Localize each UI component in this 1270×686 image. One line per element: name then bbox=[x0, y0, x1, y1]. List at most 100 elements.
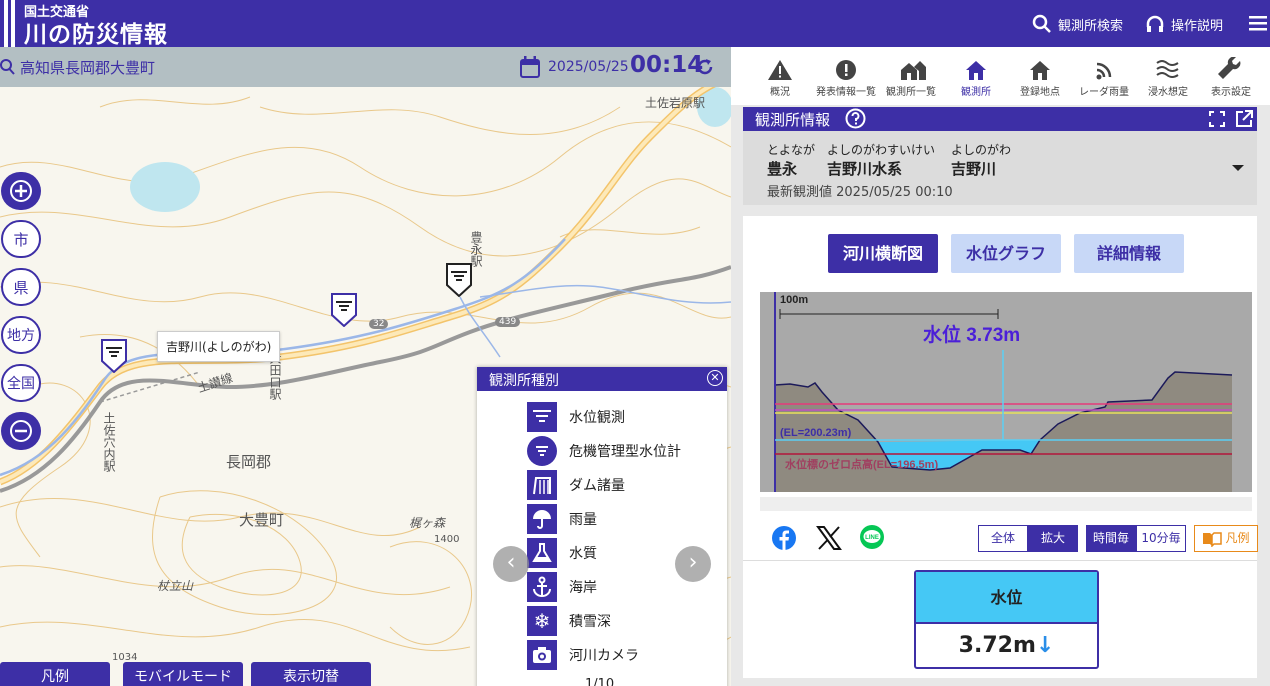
hourly-button[interactable]: 時間毎 bbox=[1086, 525, 1136, 552]
flask-icon bbox=[527, 538, 557, 568]
station-marker[interactable] bbox=[331, 293, 357, 327]
zoom-in-button[interactable] bbox=[1, 172, 41, 210]
river-ruby: よしのがわ bbox=[951, 143, 1012, 157]
map-label-mountain: 杖立山 bbox=[157, 579, 194, 593]
level-region-button[interactable]: 地方 bbox=[1, 316, 41, 354]
warning-icon bbox=[768, 60, 792, 80]
map-view[interactable]: 高知県長岡郡大豊町 2025/05/25 00:14 土佐岩原駅 豊永駅 大田口… bbox=[0, 47, 731, 686]
umbrella-icon bbox=[527, 504, 557, 534]
system-ruby: よしのがわすいけい bbox=[827, 143, 936, 157]
rss-icon bbox=[1096, 62, 1112, 80]
anchor-icon bbox=[527, 572, 557, 602]
book-icon bbox=[1203, 531, 1223, 547]
plus-icon bbox=[10, 180, 32, 202]
location-text[interactable]: 高知県長岡郡大豊町 bbox=[20, 57, 155, 78]
legend-item: 水位観測 bbox=[527, 401, 625, 433]
level-prefecture-button[interactable]: 県 bbox=[1, 268, 41, 306]
display-switch-button[interactable]: 表示切替 bbox=[251, 662, 371, 686]
x-icon[interactable] bbox=[816, 525, 842, 551]
nav-flood[interactable]: 浸水想定 bbox=[1133, 57, 1203, 98]
zoom-in-view-button[interactable]: 拡大 bbox=[1028, 525, 1078, 552]
zero-point-label: 水位標のゼロ点高(EL=196.5m) bbox=[785, 457, 938, 471]
app-header: 国土交通省 川の防災情報 観測所検索 操作説明 bbox=[0, 0, 1270, 49]
level-city-button[interactable]: 市 bbox=[1, 220, 41, 258]
legend-item: ダム諸量 bbox=[527, 469, 625, 501]
nav-station[interactable]: 観測所 bbox=[941, 57, 1011, 98]
mobile-mode-button[interactable]: モバイルモード bbox=[123, 662, 243, 686]
latest-observation: 最新観測値 2025/05/25 00:10 bbox=[767, 185, 953, 200]
water-level-icon bbox=[527, 402, 557, 432]
main-nav: 概況 発表情報一覧 観測所一覧 観測所 登録地点 レーダ雨量 浸水想定 表示設定 bbox=[731, 47, 1270, 105]
horizontal-scrollbar[interactable] bbox=[760, 497, 1252, 511]
nav-station-list[interactable]: 観測所一覧 bbox=[876, 57, 946, 98]
legend-item: 水質 bbox=[527, 537, 597, 569]
map-label-mountain: 梶ヶ森 bbox=[409, 516, 446, 530]
zoom-all-button[interactable]: 全体 bbox=[978, 525, 1028, 552]
line-icon[interactable]: LINE bbox=[859, 524, 885, 550]
station-marker[interactable] bbox=[446, 263, 472, 297]
station-marker[interactable] bbox=[101, 339, 127, 373]
legend-item: 海岸 bbox=[527, 571, 597, 603]
refresh-icon[interactable] bbox=[695, 57, 715, 77]
tab-cross-section[interactable]: 河川横断図 bbox=[828, 234, 938, 273]
headphones-icon bbox=[1146, 15, 1164, 32]
nav-display-settings[interactable]: 表示設定 bbox=[1196, 57, 1266, 98]
legend-title: 観測所種別 bbox=[477, 367, 727, 391]
app-title[interactable]: 川の防災情報 bbox=[24, 15, 168, 49]
map-label-station: 土佐穴内駅 bbox=[102, 412, 116, 472]
legend-button[interactable]: 凡例 bbox=[0, 662, 110, 686]
zoom-out-button[interactable] bbox=[1, 412, 41, 450]
nav-radar[interactable]: レーダ雨量 bbox=[1069, 57, 1139, 98]
water-level-annotation: 水位 3.73m bbox=[923, 323, 1020, 346]
observation-panel: 河川横断図 水位グラフ 詳細情報 100m 水位 3.73m (EL=200.2… bbox=[743, 216, 1258, 678]
close-icon[interactable]: ✕ bbox=[707, 370, 723, 386]
waves-icon bbox=[1156, 60, 1179, 78]
river-callout: 吉野川(よしのがわ) bbox=[157, 331, 281, 362]
nav-overview[interactable]: 概況 bbox=[745, 57, 815, 98]
station-name: 豊永 bbox=[767, 160, 798, 178]
external-link-icon[interactable] bbox=[1235, 110, 1253, 128]
route-marker: 32 bbox=[369, 319, 389, 329]
facebook-icon[interactable] bbox=[771, 525, 797, 551]
station-selector[interactable]: とよなが よしのがわすいけい よしのがわ 豊永 吉野川水系 吉野川 最新観測値 … bbox=[743, 131, 1257, 205]
home-icon bbox=[966, 61, 986, 80]
chevron-right-icon[interactable]: › bbox=[675, 546, 711, 582]
station-search-button[interactable]: 観測所検索 bbox=[1032, 14, 1123, 34]
ten-minute-button[interactable]: 10分毎 bbox=[1136, 525, 1186, 552]
tab-water-level-graph[interactable]: 水位グラフ bbox=[951, 234, 1061, 273]
river-cross-section: 100m 水位 3.73m (EL=200.23m) 水位標のゼロ点高(EL=1… bbox=[760, 292, 1252, 492]
divider bbox=[743, 560, 1257, 561]
side-panel: 概況 発表情報一覧 観測所一覧 観測所 登録地点 レーダ雨量 浸水想定 表示設定… bbox=[731, 47, 1270, 686]
legend-item: ❄ 積雪深 bbox=[527, 605, 611, 637]
station-info-header: 観測所情報 bbox=[743, 107, 1257, 131]
chart-legend-button[interactable]: 凡例 bbox=[1194, 525, 1258, 552]
map-time: 00:14 bbox=[630, 52, 704, 78]
menu-icon[interactable] bbox=[1249, 15, 1267, 31]
scale-label: 100m bbox=[780, 294, 808, 306]
legend-item: 河川カメラ bbox=[527, 639, 639, 671]
alert-circle-icon bbox=[836, 60, 856, 80]
calendar-icon[interactable] bbox=[520, 56, 540, 78]
elevation-label: (EL=200.23m) bbox=[780, 427, 852, 439]
manual-button[interactable]: 操作説明 bbox=[1145, 14, 1223, 34]
water-level-value: 3.72m↓ bbox=[958, 633, 1055, 658]
dam-icon bbox=[527, 470, 557, 500]
map-label-town: 大豊町 bbox=[239, 511, 285, 529]
search-icon[interactable] bbox=[0, 58, 16, 76]
crisis-gauge-icon bbox=[527, 436, 557, 466]
nav-registered[interactable]: 登録地点 bbox=[1005, 57, 1075, 98]
home-icon bbox=[1030, 61, 1050, 80]
level-nation-button[interactable]: 全国 bbox=[1, 364, 41, 402]
svg-text:LINE: LINE bbox=[865, 535, 879, 541]
map-label-station: 豊永駅 bbox=[469, 231, 483, 267]
tab-details[interactable]: 詳細情報 bbox=[1074, 234, 1184, 273]
map-label-district: 長岡郡 bbox=[226, 453, 272, 471]
camera-icon bbox=[527, 640, 557, 670]
help-icon[interactable] bbox=[845, 108, 866, 129]
logo-mark bbox=[4, 0, 18, 47]
fullscreen-icon[interactable] bbox=[1209, 111, 1225, 127]
chevron-left-icon[interactable]: ‹ bbox=[493, 546, 529, 582]
location-bar: 高知県長岡郡大豊町 2025/05/25 00:14 bbox=[0, 47, 731, 87]
nav-announcements[interactable]: 発表情報一覧 bbox=[811, 57, 881, 98]
dropdown-arrow-icon[interactable] bbox=[1231, 163, 1245, 173]
